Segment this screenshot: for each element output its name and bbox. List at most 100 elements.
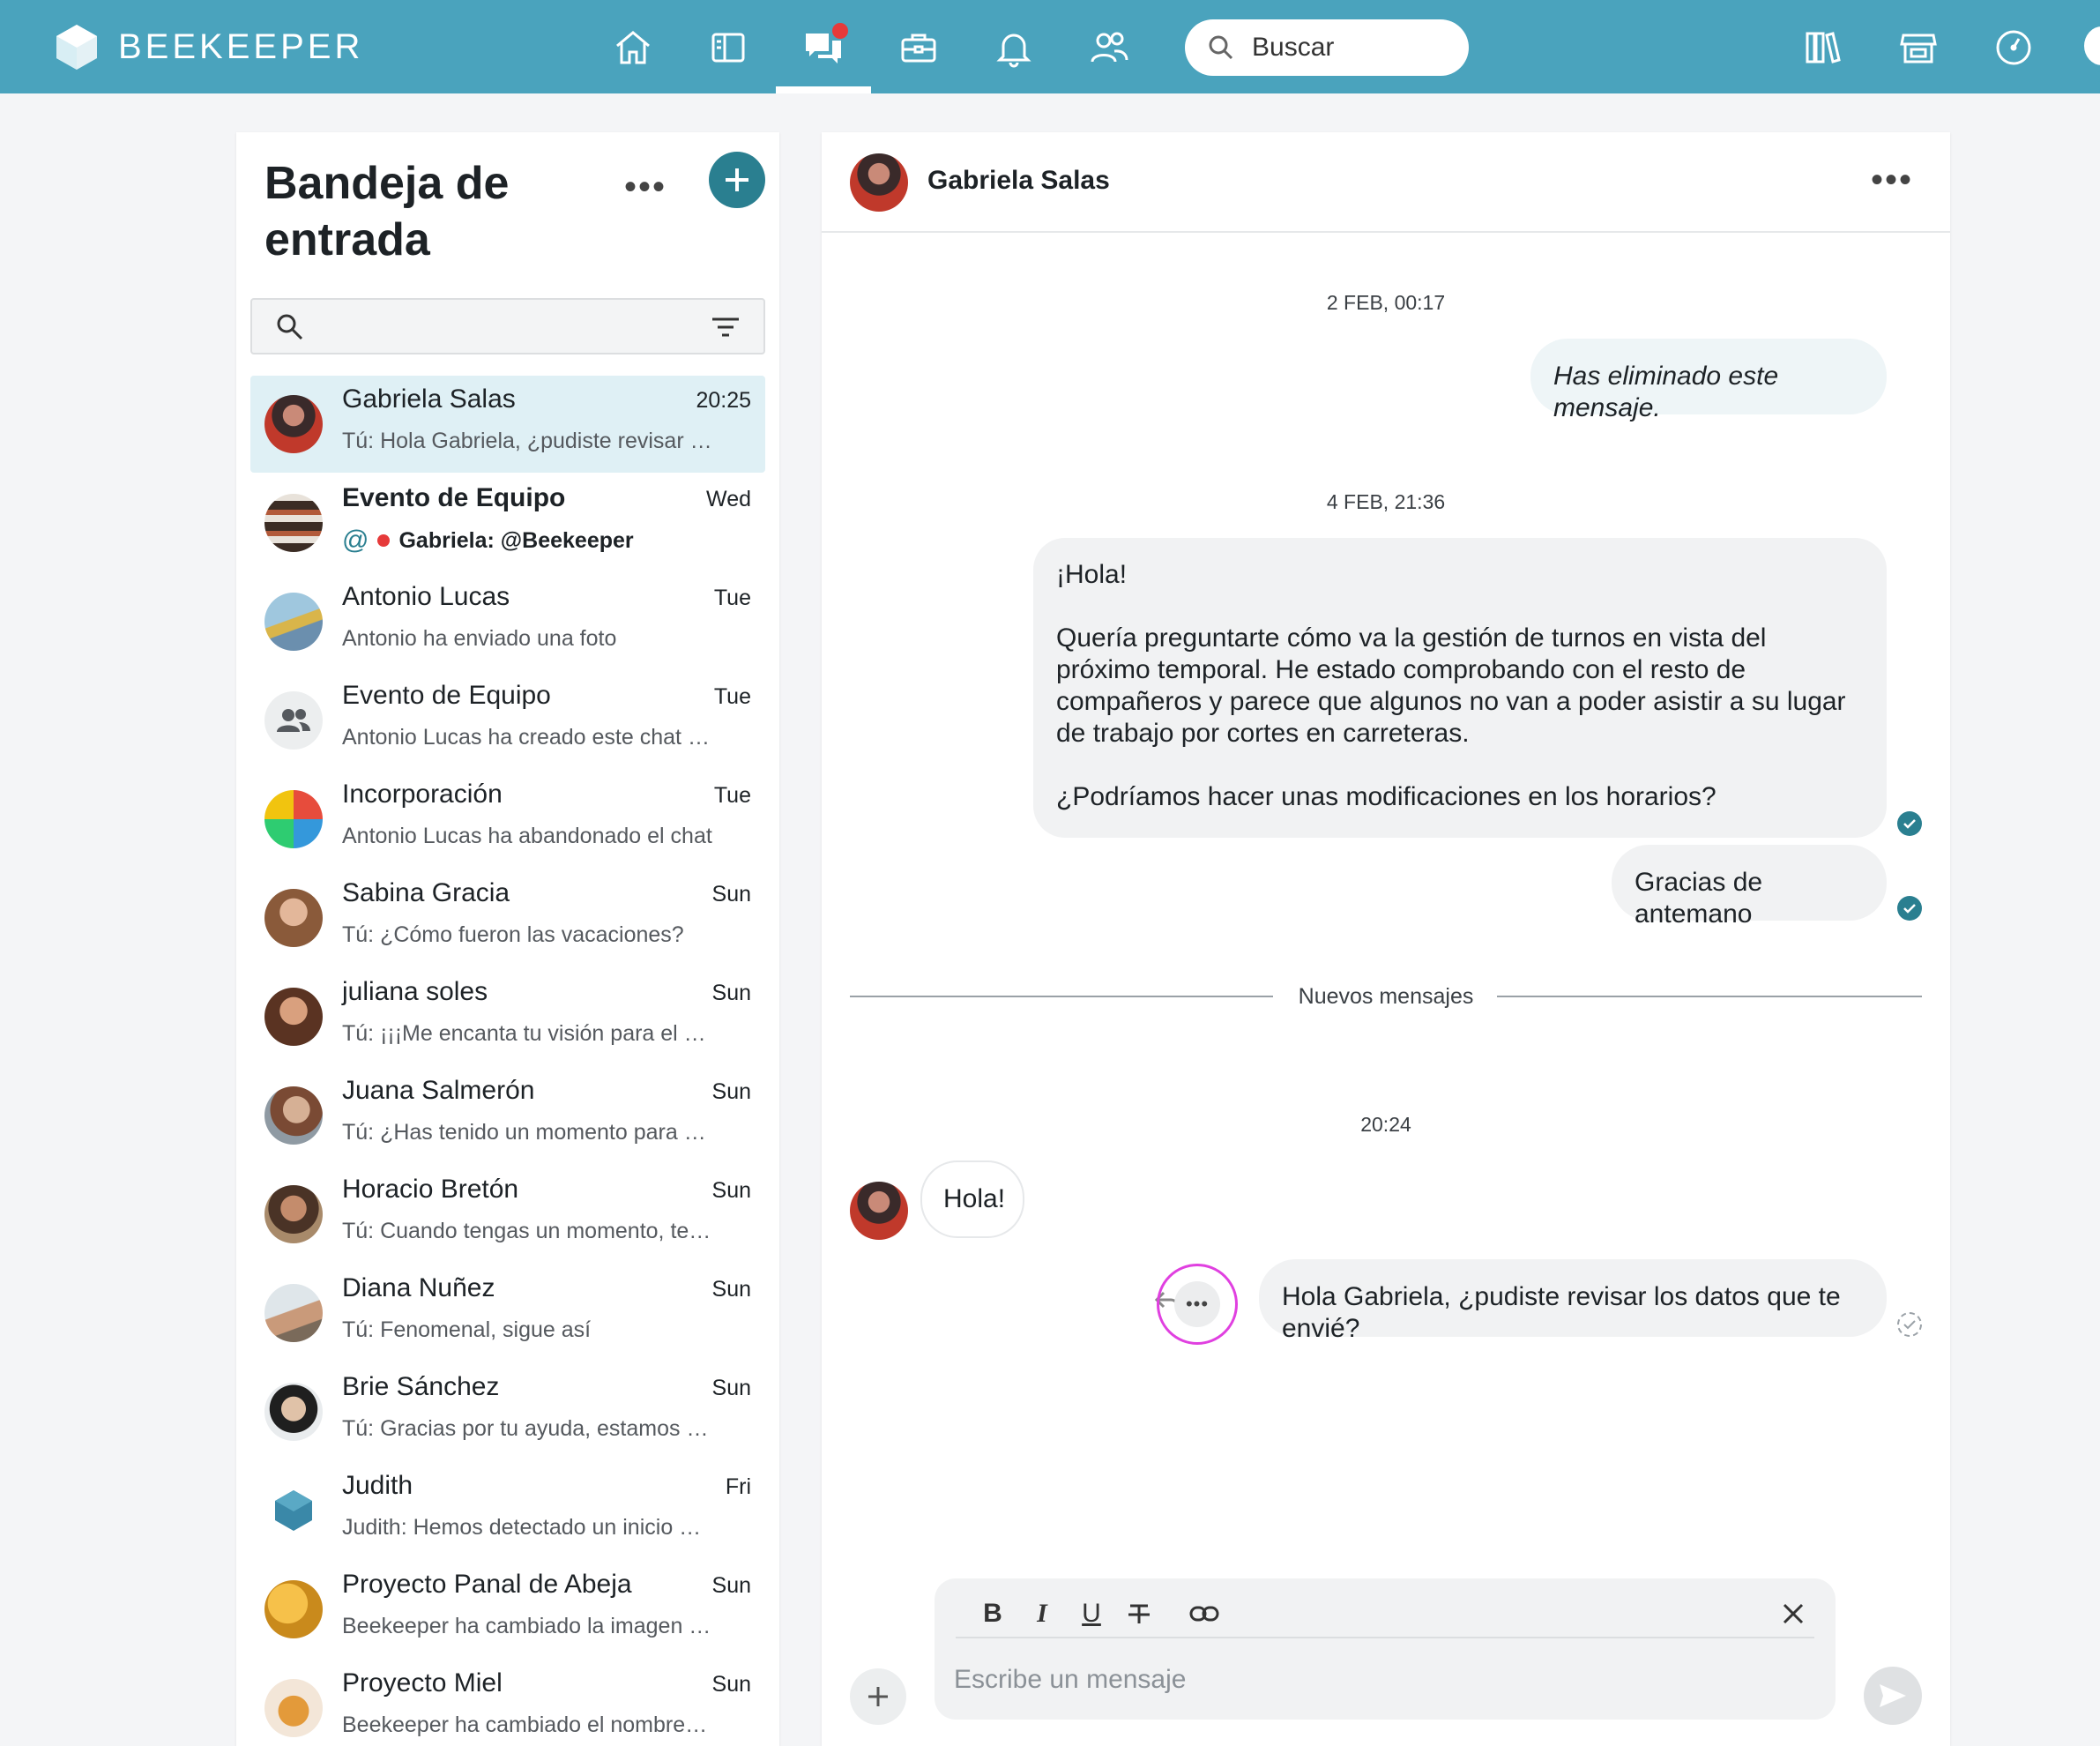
- conversation-time: Tue: [713, 586, 751, 610]
- deleted-message-bubble[interactable]: Has eliminado este mensaje.: [1530, 339, 1887, 422]
- conversation-name: Gabriela Salas: [342, 384, 516, 414]
- beekeeper-hexagon-icon: [275, 1490, 312, 1531]
- plus-icon: [868, 1687, 888, 1706]
- nav-documents[interactable]: [1798, 23, 1848, 72]
- nav-dashboard[interactable]: [1989, 23, 2038, 72]
- nav-home[interactable]: [608, 23, 658, 72]
- nav-active-indicator: [776, 86, 871, 93]
- message-paragraph: Quería preguntarte cómo va la gestión de…: [1056, 623, 1846, 748]
- outgoing-message-bubble[interactable]: ¡Hola! Quería preguntarte cómo va la ges…: [1033, 538, 1887, 838]
- search-icon: [277, 314, 303, 340]
- avatar: [264, 889, 323, 947]
- conversation-preview: Beekeeper ha cambiado el nombre …: [342, 1712, 712, 1737]
- people-icon: [1091, 32, 1128, 63]
- bold-button[interactable]: B: [975, 1596, 1010, 1631]
- conversation-preview: Antonio Lucas ha creado este chat d…: [342, 725, 712, 750]
- conversation-item[interactable]: Horacio Bretón Sun Tú: Cuando tengas un …: [250, 1166, 765, 1263]
- nav-tools[interactable]: [894, 23, 943, 72]
- conversation-name: Incorporación: [342, 780, 503, 809]
- conversation-preview: Tú: Cuando tengas un momento, te…: [342, 1219, 711, 1243]
- conversation-item[interactable]: Brie Sánchez Sun Tú: Gracias por tu ayud…: [250, 1363, 765, 1460]
- incoming-message-bubble[interactable]: Hola!: [920, 1160, 1024, 1238]
- avatar: [264, 1383, 323, 1441]
- avatar: [264, 494, 323, 552]
- global-search-input[interactable]: [1252, 33, 1446, 63]
- conversation-item[interactable]: Diana Nuñez Sun Tú: Fenomenal, sigue así: [250, 1265, 765, 1362]
- global-search[interactable]: [1185, 19, 1469, 76]
- conversation-preview: Tú: Fenomenal, sigue así: [342, 1317, 592, 1342]
- inbox-search-input[interactable]: [250, 298, 765, 354]
- avatar: [264, 1481, 323, 1540]
- more-icon: •••: [1174, 1281, 1220, 1327]
- message-actions-button[interactable]: •••: [1157, 1264, 1238, 1345]
- conversation-item[interactable]: Proyecto Panal de Abeja Sun Beekeeper ha…: [250, 1561, 765, 1658]
- avatar[interactable]: [850, 153, 908, 212]
- conversation-time: Sun: [711, 1573, 751, 1598]
- avatar[interactable]: [850, 1182, 908, 1240]
- conversation-time: Sun: [711, 1277, 751, 1302]
- group-icon: [277, 709, 310, 732]
- inbox-title: Bandeja de entrada: [264, 158, 510, 265]
- chat-notification-dot: [830, 21, 850, 41]
- chat-more-button[interactable]: •••: [1871, 160, 1913, 200]
- nav-streams[interactable]: [704, 23, 753, 72]
- conversation-item[interactable]: Evento de Equipo Tue Antonio Lucas ha cr…: [250, 672, 765, 769]
- message-paragraph: ¿Podríamos hacer unas modificaciones en …: [1056, 782, 1716, 811]
- conversation-name: Diana Nuñez: [342, 1273, 495, 1302]
- avatar: [264, 691, 323, 750]
- conversation-preview: Beekeeper ha cambiado la imagen …: [342, 1614, 711, 1638]
- conversation-item[interactable]: Incorporación Tue Antonio Lucas ha aband…: [250, 771, 765, 868]
- conversation-preview: Tú: ¿Cómo fueron las vacaciones?: [342, 922, 684, 947]
- send-button[interactable]: [1864, 1667, 1922, 1725]
- message-input[interactable]: [954, 1656, 1800, 1704]
- inbox-more-button[interactable]: •••: [624, 168, 666, 207]
- nav-marketplace[interactable]: [1894, 23, 1943, 72]
- conversation-item[interactable]: Antonio Lucas Tue Antonio ha enviado una…: [250, 573, 765, 670]
- conversation-item[interactable]: Sabina Gracia Sun Tú: ¿Cómo fueron las v…: [250, 869, 765, 966]
- new-chat-button[interactable]: [709, 152, 765, 208]
- conversation-item[interactable]: Evento de Equipo Wed @ Gabriela: @Beekee…: [250, 474, 765, 571]
- user-avatar[interactable]: [2084, 26, 2100, 65]
- chat-title[interactable]: Gabriela Salas: [927, 166, 1110, 196]
- beekeeper-logo-icon: [56, 25, 97, 70]
- conversation-time: Sun: [711, 1178, 751, 1203]
- conversation-name: Judith: [342, 1471, 413, 1500]
- conversation-preview: Tú: Hola Gabriela, ¿pudiste revisar l…: [342, 429, 712, 453]
- nav-notifications[interactable]: [989, 23, 1039, 72]
- conversation-name: Evento de Equipo: [342, 483, 566, 512]
- read-check-icon: [1897, 811, 1922, 836]
- conversation-name: Brie Sánchez: [342, 1372, 500, 1401]
- avatar: [264, 1086, 323, 1145]
- conversation-preview: Tú: Gracias por tu ayuda, estamos e…: [342, 1416, 712, 1441]
- underline-button[interactable]: U: [1074, 1596, 1109, 1631]
- conversation-time: Wed: [706, 487, 751, 511]
- outgoing-message-bubble[interactable]: Hola Gabriela, ¿pudiste revisar los dato…: [1259, 1259, 1887, 1343]
- link-button[interactable]: [1187, 1596, 1222, 1631]
- conversation-item[interactable]: Proyecto Miel Sun Beekeeper ha cambiado …: [250, 1660, 765, 1746]
- avatar: [264, 790, 323, 848]
- outgoing-message-bubble[interactable]: Gracias de antemano: [1612, 845, 1887, 929]
- conversation-time: 20:25: [696, 388, 751, 413]
- conversation-name: Juana Salmerón: [342, 1076, 535, 1105]
- conversation-item[interactable]: Judith Fri Judith: Hemos detectado un in…: [250, 1462, 765, 1559]
- attach-button[interactable]: [850, 1668, 906, 1725]
- italic-button[interactable]: I: [1024, 1596, 1060, 1631]
- conversation-time: Fri: [725, 1474, 751, 1499]
- avatar: [264, 1679, 323, 1737]
- close-icon: [1783, 1603, 1804, 1624]
- conversation-item[interactable]: juliana soles Sun Tú: ¡¡¡Me encanta tu v…: [250, 968, 765, 1065]
- home-icon: [616, 31, 650, 64]
- conversation-item[interactable]: Juana Salmerón Sun Tú: ¿Has tenido un mo…: [250, 1067, 765, 1164]
- search-icon: [1209, 35, 1233, 60]
- unread-dot: [377, 534, 391, 547]
- filter-icon[interactable]: [711, 314, 741, 340]
- nav-people[interactable]: [1084, 23, 1134, 72]
- avatar: [264, 1284, 323, 1342]
- conversation-item[interactable]: Gabriela Salas 20:25 Tú: Hola Gabriela, …: [250, 376, 765, 473]
- toolbox-icon: [901, 34, 936, 63]
- inbox-panel: Bandeja de entrada ••• Gabriela Salas 20…: [236, 132, 779, 1746]
- close-formatting-button[interactable]: [1776, 1596, 1811, 1631]
- strikethrough-button[interactable]: [1121, 1596, 1157, 1631]
- formatting-toolbar: B I U: [956, 1594, 1814, 1638]
- brand[interactable]: BEEKEEPER: [55, 23, 363, 71]
